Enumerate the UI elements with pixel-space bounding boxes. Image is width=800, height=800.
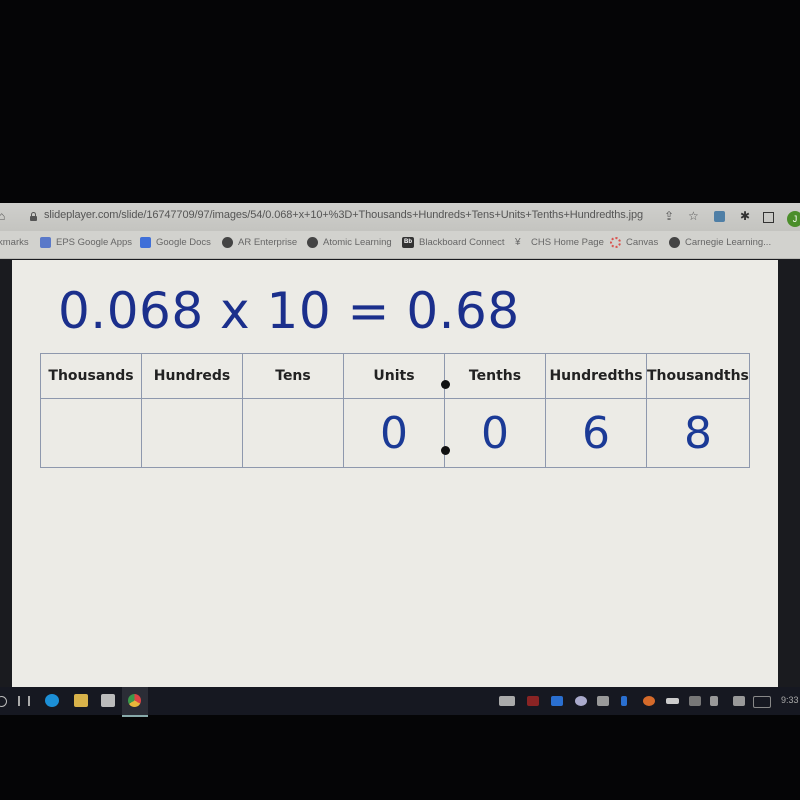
decimal-point-marker (441, 380, 450, 389)
keyboard-icon[interactable] (499, 696, 515, 706)
bookmark-label: Blackboard Connect (419, 237, 505, 248)
puzzle-icon[interactable]: ✱ (740, 210, 750, 223)
clock[interactable]: 9:33 (781, 695, 799, 705)
header-units: Units (343, 353, 445, 399)
avatar[interactable]: J (787, 211, 800, 227)
app2-icon[interactable] (597, 696, 609, 706)
bookmark-blackboard-connect[interactable]: Bb Blackboard Connect (402, 237, 505, 248)
header-thousands: Thousands (40, 353, 142, 399)
acrobat-icon[interactable] (527, 696, 539, 706)
decimal-point (441, 446, 450, 455)
cell-tens (242, 398, 344, 468)
bookmark-label: Atomic Learning (323, 237, 392, 248)
chrome-icon (128, 694, 141, 707)
cell-thousandths: 8 (646, 398, 750, 468)
bookmark-google-docs[interactable]: Google Docs (140, 237, 211, 248)
pen-icon[interactable] (733, 696, 745, 706)
bookmark-label: Google Docs (156, 237, 211, 248)
cell-tenths: 0 (444, 398, 546, 468)
keyboard2-icon[interactable] (753, 696, 771, 708)
globe-icon (669, 237, 680, 248)
bluetooth-icon[interactable] (621, 696, 627, 706)
bookmark-label: EPS Google Apps (56, 237, 133, 248)
bookmark-all[interactable]: kmarks (0, 237, 29, 248)
bookmark-chs-home-page[interactable]: ¥ CHS Home Page (515, 237, 604, 248)
globe-icon (307, 237, 318, 248)
taskbar: 9:33 (0, 687, 800, 717)
battery-icon[interactable] (666, 698, 679, 704)
place-value-table: Thousands Hundreds Tens Units Tenths Hun… (40, 353, 750, 468)
chs-icon: ¥ (515, 237, 521, 248)
screen: ⌂ slideplayer.com/slide/16747709/97/imag… (0, 203, 800, 717)
bookmark-ar-enterprise[interactable]: AR Enterprise (222, 237, 297, 248)
store-icon[interactable] (101, 694, 115, 707)
value-row: 0 0 6 8 (40, 398, 750, 468)
bookmark-eps-google-apps[interactable]: EPS Google Apps (40, 237, 132, 248)
share-icon[interactable]: ⇪ (664, 210, 674, 223)
bookmark-atomic-learning[interactable]: Atomic Learning (307, 237, 392, 248)
header-hundreds: Hundreds (141, 353, 243, 399)
extension-icon[interactable] (714, 211, 725, 222)
header-row: Thousands Hundreds Tens Units Tenths Hun… (40, 353, 750, 399)
bookmark-carnegie-learning[interactable]: Carnegie Learning... (669, 237, 771, 248)
bookmark-label: Carnegie Learning... (685, 237, 772, 248)
bookmark-label: AR Enterprise (238, 237, 298, 248)
bookmark-label: CHS Home Page (531, 237, 604, 248)
star-icon[interactable]: ☆ (688, 210, 699, 223)
bookmark-canvas[interactable]: Canvas (610, 237, 658, 248)
home-icon[interactable]: ⌂ (0, 210, 10, 222)
cell-thousands (40, 398, 142, 468)
header-tenths: Tenths (444, 353, 546, 399)
bookmark-label: kmarks (0, 237, 29, 248)
chrome-button[interactable] (122, 687, 148, 717)
blackboard-icon: Bb (402, 237, 414, 248)
url-input[interactable]: slideplayer.com/slide/16747709/97/images… (44, 209, 643, 221)
header-tens: Tens (242, 353, 344, 399)
header-hundredths: Hundredths (545, 353, 647, 399)
volume-icon[interactable] (710, 696, 718, 706)
wifi-icon[interactable] (689, 696, 701, 706)
bookmark-label: Canvas (626, 237, 659, 248)
apps-icon (40, 237, 51, 248)
task-view-icon[interactable] (18, 696, 30, 706)
canvas-icon (610, 237, 621, 248)
equation-title: 0.068 x 10 = 0.68 (58, 282, 520, 340)
docs-icon (140, 237, 151, 248)
globe-icon (222, 237, 233, 248)
search-icon[interactable] (0, 696, 7, 707)
edge-icon[interactable] (45, 694, 59, 707)
bookmarks-bar: kmarks EPS Google Apps Google Docs AR En… (0, 231, 800, 259)
zoom-icon[interactable] (551, 696, 563, 706)
lock-icon[interactable] (30, 212, 37, 221)
app3-icon[interactable] (643, 696, 655, 706)
app-icon[interactable] (575, 696, 587, 706)
file-explorer-icon[interactable] (74, 694, 88, 707)
header-thousandths: Thousandths (646, 353, 750, 399)
cell-hundreds (141, 398, 243, 468)
cell-units: 0 (343, 398, 445, 468)
cell-hundredths: 6 (545, 398, 647, 468)
address-bar: ⌂ slideplayer.com/slide/16747709/97/imag… (0, 203, 800, 231)
sidebar-icon[interactable] (763, 212, 774, 223)
slide-image: 0.068 x 10 = 0.68 Thousands Hundreds Ten… (12, 260, 778, 687)
